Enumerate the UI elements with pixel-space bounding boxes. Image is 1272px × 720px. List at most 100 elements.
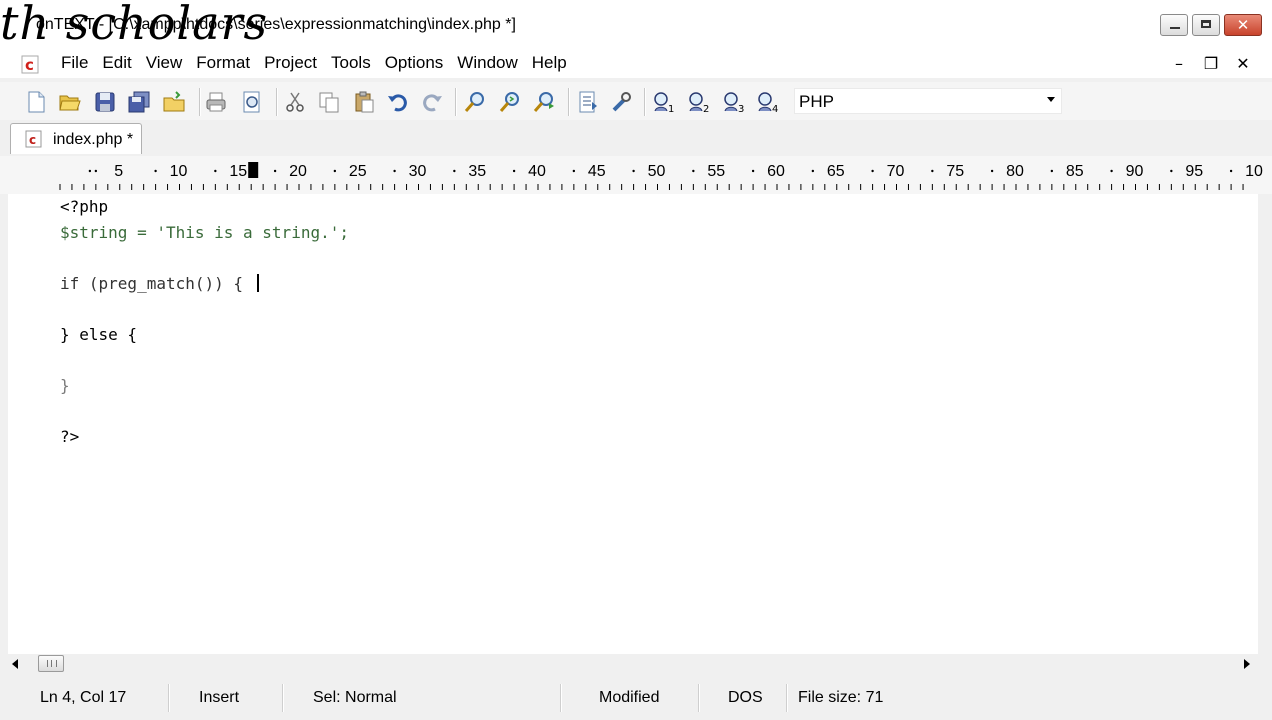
code-area[interactable]: <?php $string = 'This is a string.'; if … [60, 194, 349, 449]
ruler-dot [94, 169, 98, 173]
ruler-dot [453, 169, 456, 173]
svg-text:3: 3 [738, 104, 744, 114]
user-tool-2-icon[interactable]: 2 [687, 90, 711, 114]
toolbar-separator [276, 88, 278, 116]
svg-text:4: 4 [772, 104, 778, 114]
svg-text:1: 1 [668, 104, 674, 114]
status-mode: Insert [199, 689, 240, 706]
tools-icon[interactable] [610, 90, 634, 114]
scroll-right-icon[interactable] [1244, 659, 1250, 669]
print-preview-icon[interactable] [240, 90, 264, 114]
user-tool-3-icon[interactable]: 3 [722, 90, 746, 114]
ruler-label: 95 [1185, 163, 1203, 180]
ruler-dot [1050, 169, 1054, 173]
minimize-button[interactable] [1160, 14, 1188, 36]
cut-icon[interactable] [283, 90, 307, 114]
ruler-dot [393, 169, 396, 173]
print-icon[interactable] [204, 90, 228, 114]
scroll-left-icon[interactable] [12, 659, 18, 669]
ruler-dot [214, 169, 217, 173]
menu-options[interactable]: Options [378, 53, 451, 73]
status-separator [560, 684, 562, 712]
status-line-endings: DOS [728, 689, 763, 706]
redo-icon[interactable] [420, 90, 444, 114]
ruler-dot [692, 169, 695, 173]
ruler-label: 45 [588, 163, 606, 180]
ruler-label: 50 [648, 163, 666, 180]
replace-icon[interactable] [532, 90, 556, 114]
scroll-thumb[interactable] [38, 655, 64, 672]
ruler-label: 85 [1066, 163, 1084, 180]
menu-edit[interactable]: Edit [95, 53, 138, 73]
ruler-label: 75 [946, 163, 964, 180]
close-button[interactable]: ✕ [1224, 14, 1262, 36]
new-file-icon[interactable] [24, 90, 48, 114]
status-separator [282, 684, 284, 712]
document-minimize-button[interactable]: – [1170, 54, 1188, 73]
column-ruler: 5 10 15 20 25 30 35 40 45 50 55 60 65 70 75 80 85 90 95 10 [0, 156, 1272, 194]
menu-file[interactable]: File [54, 53, 95, 73]
save-icon[interactable] [93, 90, 117, 114]
language-select[interactable]: PHP [794, 88, 1062, 114]
ruler-label: 70 [887, 163, 905, 180]
horizontal-scrollbar[interactable] [8, 654, 1258, 674]
open-project-icon[interactable] [162, 90, 186, 114]
document-tab-bar: c index.php * [0, 120, 1272, 156]
vertical-scrollbar[interactable] [1258, 194, 1272, 654]
menu-help[interactable]: Help [525, 53, 574, 73]
code-line: <?php [60, 194, 349, 220]
ruler-dot [931, 169, 934, 173]
ruler-dot [632, 169, 635, 173]
code-line: $string = 'This is a string.'; [60, 220, 349, 246]
ruler-label: 90 [1126, 163, 1144, 180]
document-restore-button[interactable]: ❐ [1202, 54, 1220, 73]
ruler-dot [871, 169, 874, 173]
title-bar: th scholars onTEXT - [C:\xampp\htdocs\se… [0, 0, 1272, 50]
menu-window[interactable]: Window [450, 53, 524, 73]
save-all-icon[interactable] [127, 90, 151, 114]
code-line: } else { [60, 322, 349, 348]
ruler-dot [512, 169, 516, 173]
ruler-dot [1110, 169, 1113, 173]
ruler-label: 80 [1006, 163, 1024, 180]
maximize-button[interactable] [1192, 14, 1220, 36]
find-next-icon[interactable] [498, 90, 522, 114]
ruler-label: 10 [1245, 163, 1263, 180]
document-properties-icon[interactable] [576, 90, 600, 114]
ruler-dot [1229, 169, 1233, 173]
status-separator [168, 684, 170, 712]
ruler-label: 20 [289, 163, 307, 180]
code-line: if (preg_match()) { [60, 271, 349, 297]
open-folder-icon[interactable] [58, 90, 82, 114]
menu-format[interactable]: Format [189, 53, 257, 73]
code-editor[interactable]: <?php $string = 'This is a string.'; if … [8, 194, 1258, 654]
status-position: Ln 4, Col 17 [40, 689, 127, 706]
ruler-dot [88, 169, 92, 173]
ruler-label: 35 [468, 163, 486, 180]
status-selection: Sel: Normal [313, 689, 397, 706]
grip-icon [47, 660, 57, 667]
paste-icon[interactable] [352, 90, 376, 114]
menu-items: File Edit View Format Project Tools Opti… [54, 53, 574, 73]
menu-tools[interactable]: Tools [324, 53, 378, 73]
menu-project[interactable]: Project [257, 53, 324, 73]
ruler-dot [154, 169, 157, 173]
copy-icon[interactable] [317, 90, 341, 114]
tab-index-php[interactable]: c index.php * [10, 123, 142, 154]
code-line: ?> [60, 424, 349, 450]
user-tool-4-icon[interactable]: 4 [756, 90, 780, 114]
ruler-dot [572, 169, 576, 173]
ruler-label: 60 [767, 163, 785, 180]
find-icon[interactable] [463, 90, 487, 114]
status-bar: Ln 4, Col 17 Insert Sel: Normal Modified… [0, 678, 1272, 720]
menu-view[interactable]: View [139, 53, 190, 73]
window-controls: ✕ [1160, 14, 1262, 36]
tab-label: index.php * [53, 131, 134, 148]
document-close-button[interactable]: ✕ [1234, 54, 1252, 73]
line-8-text: } [60, 375, 70, 395]
undo-icon[interactable] [386, 90, 410, 114]
user-tool-1-icon[interactable]: 1 [652, 90, 676, 114]
